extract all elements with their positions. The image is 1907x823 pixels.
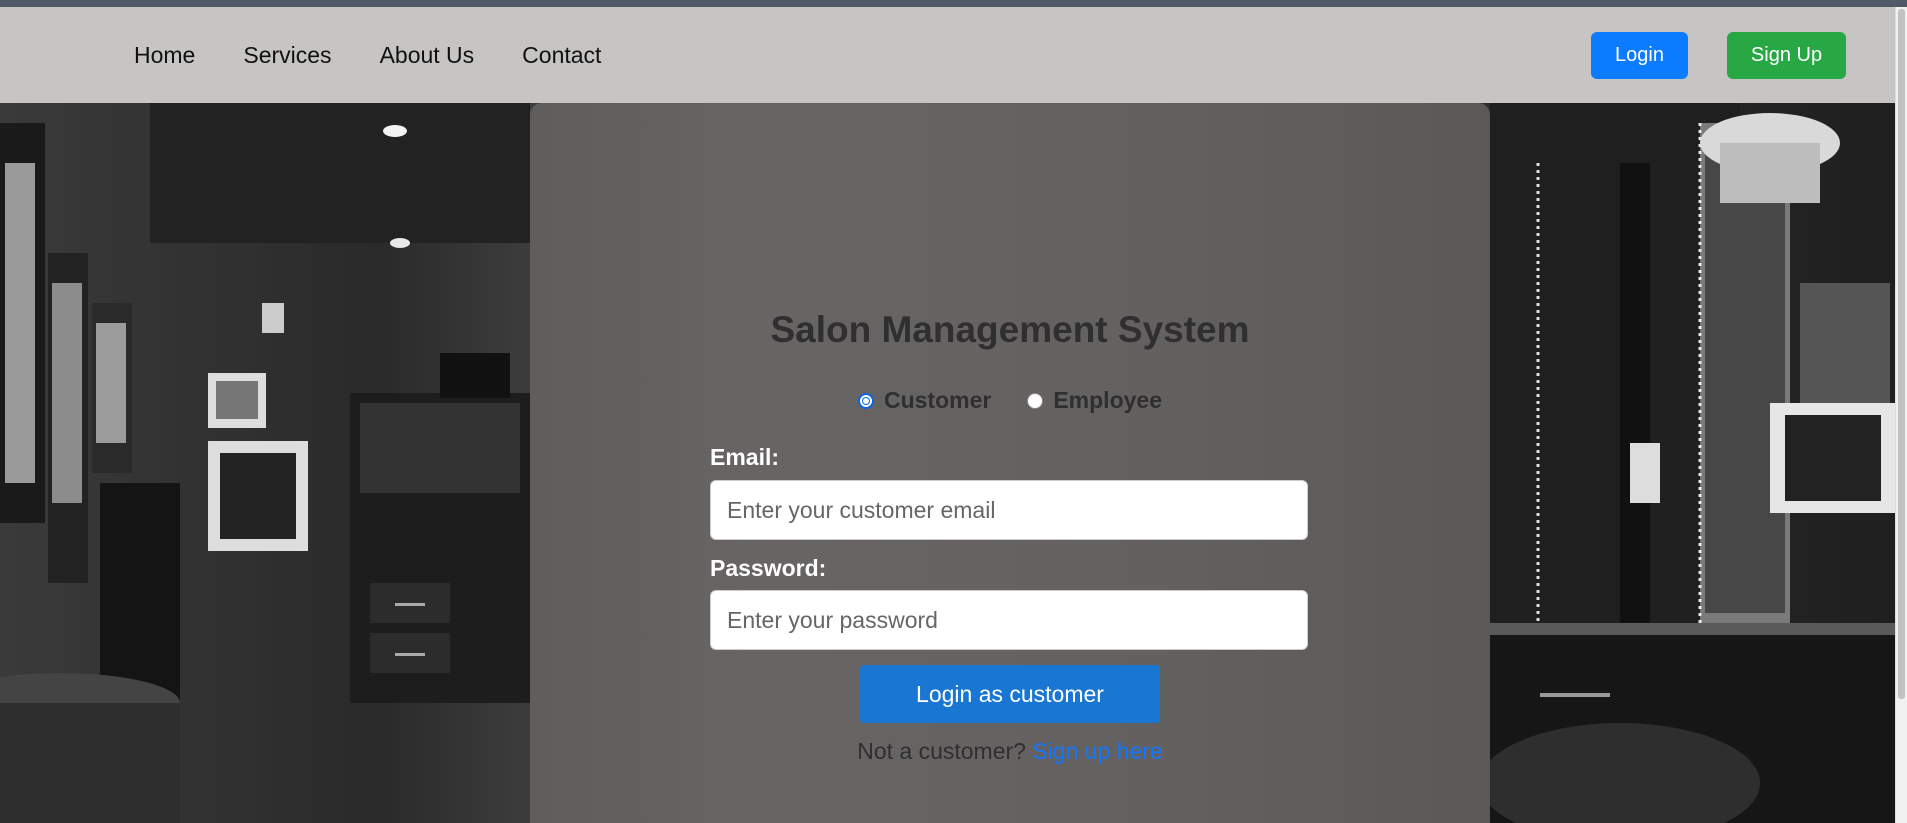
role-label-employee: Employee [1053,387,1162,413]
signup-prompt-row: Not a customer? Sign up here [530,738,1490,765]
role-option-employee[interactable]: Employee [1027,387,1162,414]
nav-link-home[interactable]: Home [134,42,195,69]
login-card: Salon Management System Customer Employe… [530,103,1490,823]
nav-link-services[interactable]: Services [243,42,331,69]
nav-link-contact[interactable]: Contact [522,42,601,69]
sign-up-button[interactable]: Sign Up [1727,32,1846,79]
password-field[interactable] [710,590,1308,650]
role-label-customer: Customer [883,387,992,413]
page-title: Salon Management System [770,309,1250,350]
role-option-customer[interactable]: Customer [857,387,992,414]
nav-link-about-us[interactable]: About Us [380,42,475,69]
nav-links: Home Services About Us Contact [134,7,649,103]
login-as-customer-button[interactable]: Login as customer [860,665,1160,723]
radio-unchecked-icon[interactable] [1027,392,1044,409]
browser-top-strip [0,0,1907,7]
page-scrollbar[interactable] [1895,7,1907,823]
login-button[interactable]: Login [1591,32,1688,79]
email-label: Email: [710,444,780,470]
scrollbar-thumb[interactable] [1898,9,1905,699]
signup-prompt-text: Not a customer? [857,738,1033,764]
navbar: Home Services About Us Contact Login Sig… [0,7,1895,103]
radio-checked-icon[interactable] [857,392,874,409]
password-label: Password: [710,555,827,581]
email-field[interactable] [710,480,1308,540]
role-selector: Customer Employee [530,387,1490,414]
sign-up-here-link[interactable]: Sign up here [1032,738,1162,764]
